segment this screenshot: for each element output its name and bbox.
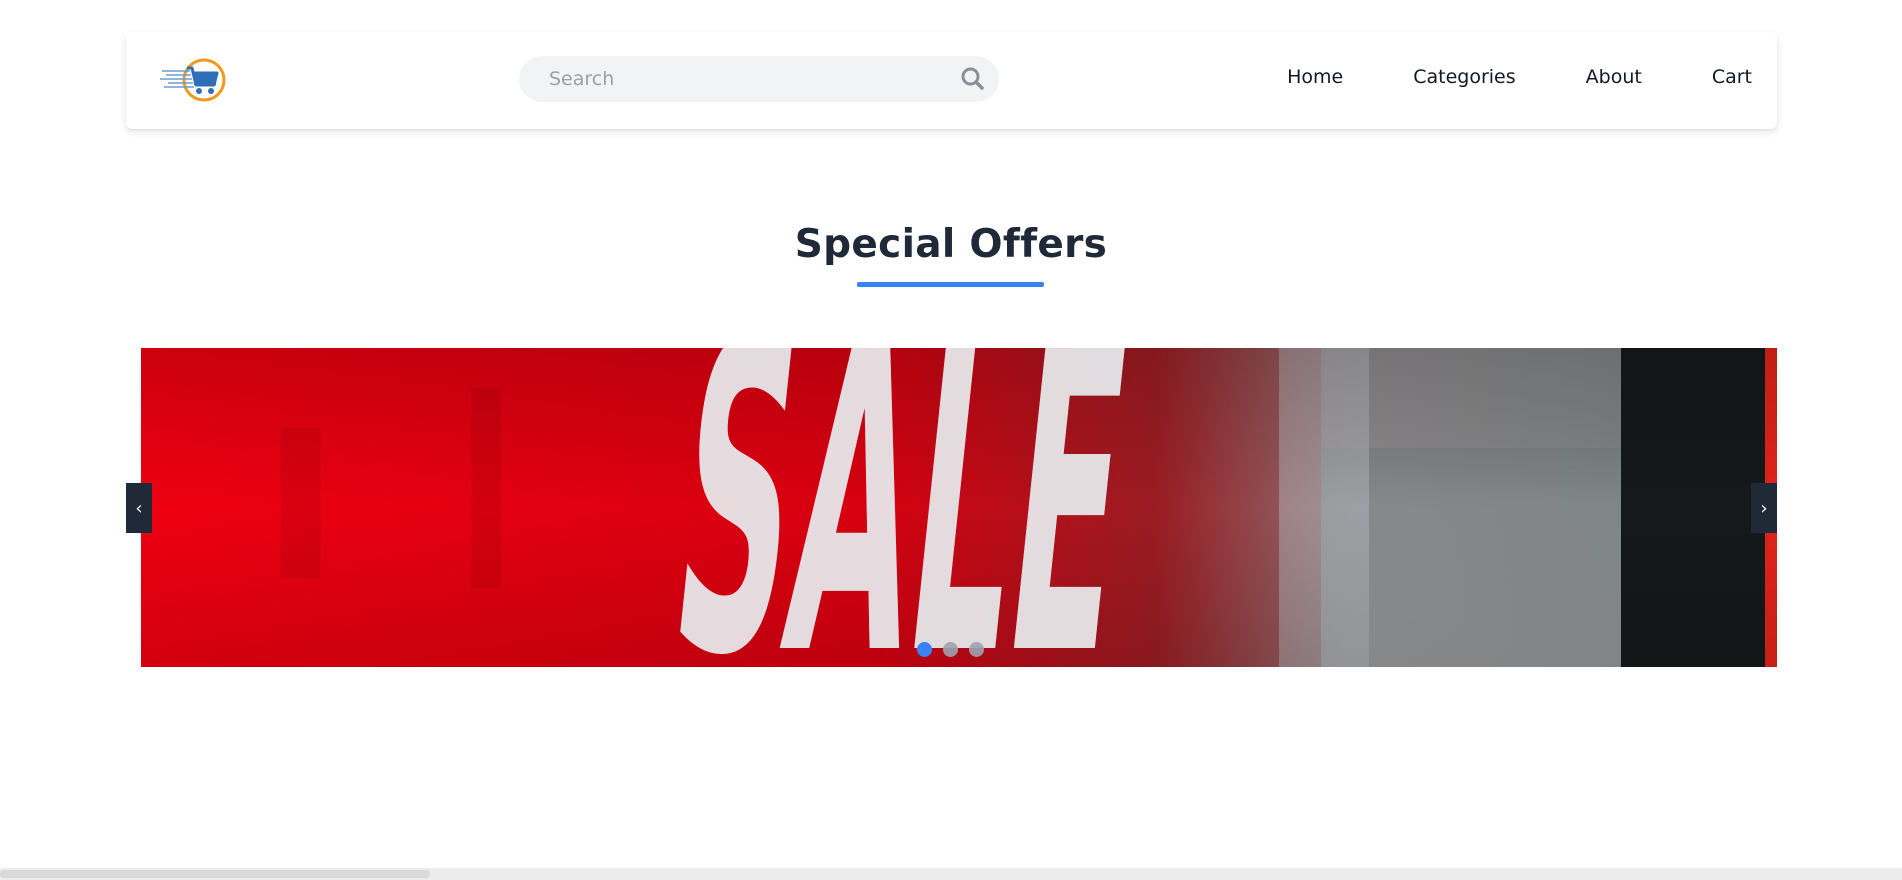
logo[interactable] bbox=[160, 58, 226, 106]
nav-links: Home Categories About Cart bbox=[1287, 66, 1752, 88]
section-title: Special Offers bbox=[794, 222, 1108, 267]
carousel-next-button[interactable]: › bbox=[1751, 483, 1777, 533]
chevron-right-icon: › bbox=[1760, 497, 1768, 519]
title-underline bbox=[857, 282, 1044, 287]
sale-text: SALE bbox=[656, 348, 1149, 667]
nav-link-home[interactable]: Home bbox=[1287, 66, 1343, 88]
shopping-cart-icon bbox=[160, 58, 226, 102]
nav-link-cart[interactable]: Cart bbox=[1712, 66, 1752, 88]
carousel-dot-1[interactable] bbox=[917, 642, 932, 657]
carousel-dot-3[interactable] bbox=[969, 642, 984, 657]
nav-link-categories[interactable]: Categories bbox=[1413, 66, 1515, 88]
horizontal-scrollbar[interactable] bbox=[0, 868, 1902, 880]
carousel-dots bbox=[917, 642, 984, 657]
search-icon bbox=[961, 67, 984, 90]
chevron-left-icon: ‹ bbox=[135, 497, 143, 519]
scrollbar-thumb[interactable] bbox=[0, 870, 430, 878]
nav-link-about[interactable]: About bbox=[1586, 66, 1642, 88]
carousel-prev-button[interactable]: ‹ bbox=[126, 483, 152, 533]
carousel-dot-2[interactable] bbox=[943, 642, 958, 657]
navbar: Home Categories About Cart bbox=[126, 32, 1777, 129]
search-bar bbox=[519, 56, 999, 102]
slide-image[interactable]: SALE bbox=[141, 348, 1777, 667]
offers-carousel: SALE bbox=[141, 348, 1777, 667]
search-input[interactable] bbox=[519, 56, 939, 102]
search-button[interactable] bbox=[959, 65, 987, 93]
